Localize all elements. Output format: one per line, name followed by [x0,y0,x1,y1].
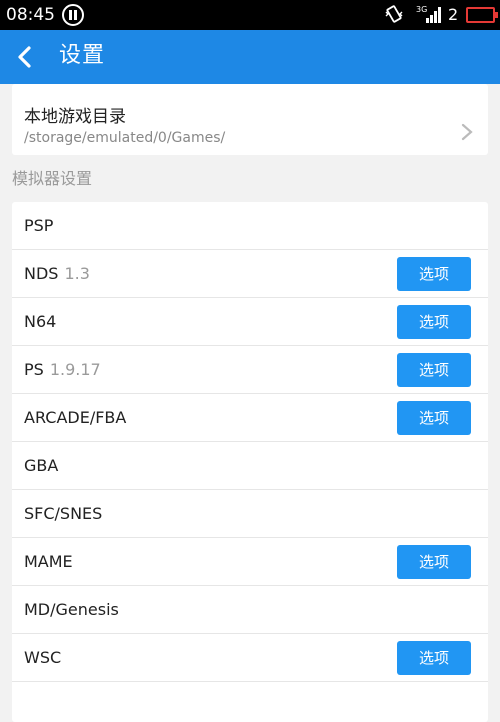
emulator-name: WSC [24,648,61,668]
battery-icon [466,7,498,23]
emulator-row-mame[interactable]: MAME 选项 [12,538,488,586]
app-bar: 设置 [0,30,500,84]
emulator-list: PSP NDS 1.3 选项 N64 选项 PS 1.9.17 选项 ARCADE/FBA 选项 GB… [12,202,488,722]
emulator-name-text: GBA [24,456,59,475]
options-button[interactable]: 选项 [397,545,471,579]
network-type: 3G [416,5,427,14]
options-button[interactable]: 选项 [397,401,471,435]
status-time: 08:45 [6,5,55,25]
emulator-name-text: SFC/SNES [24,504,103,523]
emulator-name-text: N64 [24,312,57,331]
emulator-row-psp[interactable]: PSP [12,202,488,250]
emulator-name: MD/Genesis [24,600,119,620]
emulator-row-ps[interactable]: PS 1.9.17 选项 [12,346,488,394]
emulator-name-text: MD/Genesis [24,600,119,619]
emulator-row-nds[interactable]: NDS 1.3 选项 [12,250,488,298]
emulator-name: SFC/SNES [24,504,102,524]
emulator-name: GBA [24,456,58,476]
pause-icon [62,4,84,26]
emulator-name: PS 1.9.17 [24,360,101,380]
section-header-emulator: 模拟器设置 [12,169,93,188]
options-button[interactable]: 选项 [397,305,471,339]
signal-icon: 3G [416,5,441,23]
emulator-row-md-genesis[interactable]: MD/Genesis [12,586,488,634]
emulator-name-text: MAME [24,552,73,571]
emulator-name-text: PS [24,360,44,379]
emulator-row-n64[interactable]: N64 选项 [12,298,488,346]
emulator-name: NDS 1.3 [24,264,90,284]
page-title: 设置 [59,43,106,68]
emulator-name-text: PSP [24,216,54,235]
emulator-version: 1.3 [64,264,90,283]
emulator-row-gba[interactable]: GBA [12,442,488,490]
emulator-row-sfc-snes[interactable]: SFC/SNES [12,490,488,538]
vibrate-icon [385,5,403,23]
game-directory-title: 本地游戏目录 [24,107,126,127]
emulator-name-text: WSC [24,648,62,667]
chevron-right-icon [461,123,473,141]
emulator-version: 1.9.17 [49,360,101,379]
emulator-row-arcade-fba[interactable]: ARCADE/FBA 选项 [12,394,488,442]
back-arrow-icon[interactable] [10,42,40,72]
game-directory-row[interactable]: 本地游戏目录 /storage/emulated/0/Games/ [12,84,488,155]
emulator-name: MAME [24,552,73,572]
emulator-name-text: ARCADE/FBA [24,408,127,427]
game-directory-path: /storage/emulated/0/Games/ [24,130,226,146]
emulator-name: N64 [24,312,56,332]
options-button[interactable]: 选项 [397,353,471,387]
options-button[interactable]: 选项 [397,641,471,675]
emulator-name: ARCADE/FBA [24,408,126,428]
emulator-name: PSP [24,216,53,236]
options-button[interactable]: 选项 [397,257,471,291]
status-bar: 08:45 3G 2 [0,0,500,30]
emulator-name-text: NDS [24,264,59,283]
sim-count: 2 [448,5,459,24]
emulator-row-wsc[interactable]: WSC 选项 [12,634,488,682]
